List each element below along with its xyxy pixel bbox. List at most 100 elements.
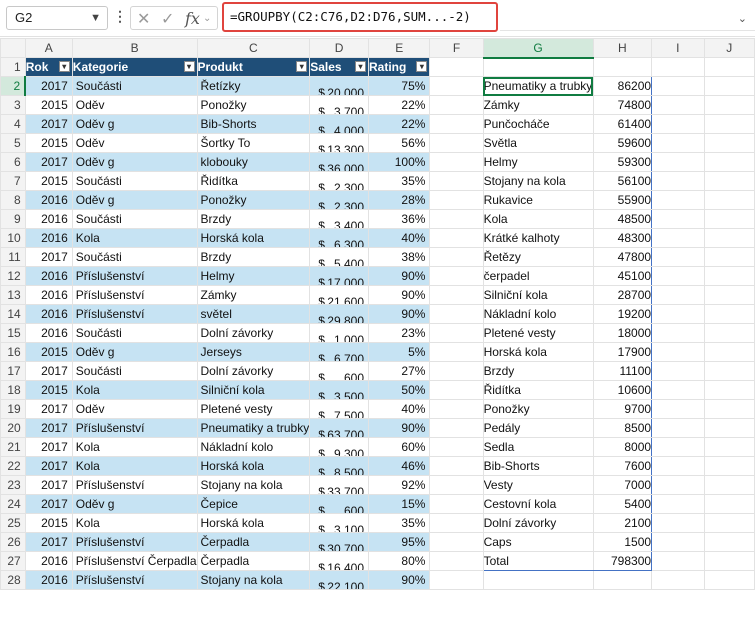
cell[interactable] [429, 399, 484, 419]
cell-rok[interactable]: 2016 [24, 190, 73, 210]
cell-produkt[interactable]: Stojany na kola [196, 475, 311, 495]
cell-kategorie[interactable]: Oděv g [71, 342, 198, 362]
row-header[interactable]: 21 [0, 437, 26, 457]
row-header[interactable]: 23 [0, 475, 26, 495]
cell-rating[interactable]: 90% [367, 570, 431, 590]
cancel-icon[interactable]: ✕ [137, 9, 150, 29]
cell[interactable] [703, 494, 755, 514]
cell[interactable] [651, 304, 705, 324]
cell-rating[interactable]: 23% [367, 323, 431, 343]
header-cell-sales[interactable]: Sales ▾ [309, 57, 369, 77]
groupby-value-cell[interactable]: 9700 [592, 399, 653, 419]
filter-dropdown-icon[interactable]: ▾ [183, 61, 195, 72]
cell[interactable] [703, 171, 755, 191]
groupby-label-cell[interactable]: Řidítka [482, 380, 594, 400]
cell-kategorie[interactable]: Příslušenství [71, 570, 198, 590]
cell[interactable] [703, 114, 755, 134]
column-header-h[interactable]: H [592, 38, 653, 58]
groupby-label-cell[interactable]: Sedla [482, 437, 594, 457]
cell-kategorie[interactable]: Oděv g [71, 152, 198, 172]
groupby-value-cell[interactable]: 48300 [592, 228, 653, 248]
cell-produkt[interactable]: Pletené vesty [196, 399, 311, 419]
groupby-label-cell[interactable]: Pedály [482, 418, 594, 438]
cell[interactable] [703, 551, 755, 571]
cell-sales[interactable]: $63,700 [309, 418, 369, 438]
cell[interactable] [429, 570, 484, 590]
row-header[interactable]: 5 [0, 133, 26, 153]
groupby-value-cell[interactable]: 18000 [592, 323, 653, 343]
cell[interactable] [651, 513, 705, 533]
row-header[interactable]: 27 [0, 551, 26, 571]
cell-produkt[interactable]: Čerpadla [196, 551, 311, 571]
cell-rok[interactable]: 2015 [24, 342, 73, 362]
cell[interactable] [429, 228, 484, 248]
column-header-c[interactable]: C [196, 38, 311, 58]
cell[interactable] [703, 399, 755, 419]
groupby-label-cell[interactable]: Helmy [482, 152, 594, 172]
header-cell-rok[interactable]: Rok ▾ [24, 57, 73, 77]
cell[interactable] [703, 380, 755, 400]
cell-produkt[interactable]: Nákladní kolo [196, 437, 311, 457]
cell[interactable] [703, 190, 755, 210]
cell[interactable] [651, 285, 705, 305]
cell[interactable] [429, 532, 484, 552]
enter-icon[interactable]: ✓ [161, 9, 174, 29]
cell-sales[interactable]: $36,000 [309, 152, 369, 172]
worksheet-grid[interactable]: ABCDEFGHIJ 1 Rok ▾ Kategorie ▾ Produkt ▾ Sales ▾… [0, 38, 755, 590]
header-cell-kategorie[interactable]: Kategorie ▾ [71, 57, 198, 77]
cell-rok[interactable]: 2016 [24, 304, 73, 324]
cell[interactable] [429, 266, 484, 286]
cell-kategorie[interactable]: Příslušenství [71, 475, 198, 495]
cell-sales[interactable]: $33,700 [309, 475, 369, 495]
cell-kategorie[interactable]: Oděv [71, 133, 198, 153]
cell[interactable] [703, 285, 755, 305]
cell[interactable] [703, 133, 755, 153]
cell[interactable] [429, 171, 484, 191]
cell[interactable] [703, 456, 755, 476]
row-header[interactable]: 15 [0, 323, 26, 343]
groupby-value-cell[interactable]: 28700 [592, 285, 653, 305]
cell-sales[interactable]: $5,400 [309, 247, 369, 267]
cell[interactable] [429, 190, 484, 210]
cell-rok[interactable]: 2015 [24, 95, 73, 115]
cell[interactable] [651, 133, 705, 153]
cell-sales[interactable]: $22,100 [309, 570, 369, 590]
chevron-down-icon[interactable]: ▼ [90, 7, 101, 29]
groupby-value-cell[interactable]: 8000 [592, 437, 653, 457]
cell-kategorie[interactable]: Příslušenství [71, 304, 198, 324]
cell[interactable] [429, 209, 484, 229]
cell-rok[interactable]: 2016 [24, 228, 73, 248]
cell[interactable] [651, 418, 705, 438]
cell[interactable] [429, 152, 484, 172]
cell-produkt[interactable]: Ponožky [196, 190, 311, 210]
cell[interactable] [651, 209, 705, 229]
cell[interactable] [703, 437, 755, 457]
cell-kategorie[interactable]: Příslušenství [71, 532, 198, 552]
cell-sales[interactable]: $7,500 [309, 399, 369, 419]
cell-kategorie[interactable]: Součásti [71, 361, 198, 381]
cell-rok[interactable]: 2017 [24, 247, 73, 267]
cell[interactable] [703, 57, 755, 77]
cell-rating[interactable]: 5% [367, 342, 431, 362]
cell-produkt[interactable]: Horská kola [196, 456, 311, 476]
cell-rating[interactable]: 90% [367, 285, 431, 305]
cell-produkt[interactable]: Pneumatiky a trubky [196, 418, 311, 438]
cell[interactable] [429, 133, 484, 153]
row-header[interactable]: 20 [0, 418, 26, 438]
cell-produkt[interactable]: Horská kola [196, 513, 311, 533]
cell-rating[interactable]: 35% [367, 171, 431, 191]
cell-rok[interactable]: 2016 [24, 570, 73, 590]
cell-rok[interactable]: 2017 [24, 437, 73, 457]
cell[interactable] [429, 380, 484, 400]
cell-sales[interactable]: $2,300 [309, 190, 369, 210]
cell-rok[interactable]: 2015 [24, 171, 73, 191]
cell-kategorie[interactable]: Kola [71, 513, 198, 533]
cell-rating[interactable]: 50% [367, 380, 431, 400]
cell-sales[interactable]: $3,500 [309, 380, 369, 400]
cell[interactable] [703, 532, 755, 552]
cell-rok[interactable]: 2017 [24, 418, 73, 438]
cell-rating[interactable]: 15% [367, 494, 431, 514]
cell-rok[interactable]: 2017 [24, 494, 73, 514]
cell-rok[interactable]: 2015 [24, 380, 73, 400]
cell-produkt[interactable]: Bib-Shorts [196, 114, 311, 134]
